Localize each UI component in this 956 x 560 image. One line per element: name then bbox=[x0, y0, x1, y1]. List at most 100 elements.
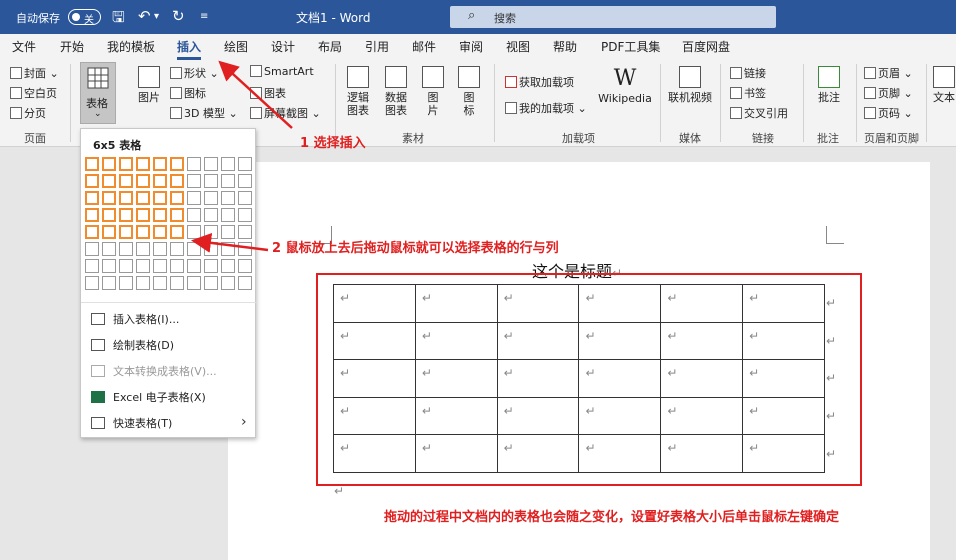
tab-view[interactable]: 视图 bbox=[506, 38, 530, 55]
grid-cell[interactable] bbox=[187, 208, 201, 222]
grid-cell[interactable] bbox=[170, 276, 184, 290]
link-button[interactable]: 链接 bbox=[730, 65, 766, 81]
grid-cell[interactable] bbox=[238, 242, 252, 256]
grid-cell[interactable] bbox=[221, 242, 235, 256]
grid-cell[interactable] bbox=[85, 242, 99, 256]
grid-cell[interactable] bbox=[187, 276, 201, 290]
grid-cell[interactable] bbox=[119, 208, 133, 222]
tab-references[interactable]: 引用 bbox=[365, 38, 389, 55]
tab-home[interactable]: 开始 bbox=[60, 38, 84, 55]
grid-cell[interactable] bbox=[238, 276, 252, 290]
my-addins-button[interactable]: 我的加载项 ⌄ bbox=[505, 100, 587, 116]
grid-cell[interactable] bbox=[153, 225, 167, 239]
page-number-button[interactable]: 页码 ⌄ bbox=[864, 105, 913, 121]
tab-baidu-netdisk[interactable]: 百度网盘 bbox=[682, 38, 730, 55]
grid-cell[interactable] bbox=[136, 208, 150, 222]
grid-cell[interactable] bbox=[119, 157, 133, 171]
grid-cell[interactable] bbox=[170, 191, 184, 205]
grid-cell[interactable] bbox=[238, 191, 252, 205]
3d-model-button[interactable]: 3D 模型 ⌄ bbox=[170, 105, 238, 121]
cross-reference-button[interactable]: 交叉引用 bbox=[730, 105, 788, 121]
grid-cell[interactable] bbox=[102, 208, 116, 222]
grid-cell[interactable] bbox=[85, 225, 99, 239]
grid-cell[interactable] bbox=[204, 276, 218, 290]
grid-cell[interactable] bbox=[204, 225, 218, 239]
grid-cell[interactable] bbox=[119, 242, 133, 256]
grid-cell[interactable] bbox=[85, 208, 99, 222]
blank-page-button[interactable]: 空白页 bbox=[10, 85, 57, 101]
grid-cell[interactable] bbox=[187, 225, 201, 239]
undo-dropdown-icon[interactable]: ▾ bbox=[154, 11, 159, 22]
online-video-button[interactable]: 联机视频 bbox=[667, 66, 713, 104]
grid-cell[interactable] bbox=[170, 208, 184, 222]
grid-cell[interactable] bbox=[153, 191, 167, 205]
grid-cell[interactable] bbox=[119, 225, 133, 239]
screenshot-button[interactable]: 屏幕截图 ⌄ bbox=[250, 105, 321, 121]
grid-cell[interactable] bbox=[221, 276, 235, 290]
data-chart-button[interactable]: 数据图表 bbox=[381, 66, 411, 117]
grid-cell[interactable] bbox=[170, 225, 184, 239]
material-icon-button[interactable]: 图标 bbox=[455, 66, 483, 117]
table-button[interactable]: 表格 ⌄ bbox=[80, 62, 116, 124]
tab-help[interactable]: 帮助 bbox=[553, 38, 577, 55]
page-break-button[interactable]: 分页 bbox=[10, 105, 46, 121]
bookmark-button[interactable]: 书签 bbox=[730, 85, 766, 101]
picture-button[interactable]: 图片 bbox=[134, 66, 164, 104]
grid-cell[interactable] bbox=[119, 259, 133, 273]
tab-draw[interactable]: 绘图 bbox=[224, 38, 248, 55]
grid-cell[interactable] bbox=[153, 208, 167, 222]
icons-button[interactable]: 图标 bbox=[170, 85, 206, 101]
grid-cell[interactable] bbox=[221, 157, 235, 171]
grid-cell[interactable] bbox=[170, 242, 184, 256]
grid-cell[interactable] bbox=[187, 242, 201, 256]
grid-cell[interactable] bbox=[238, 157, 252, 171]
wikipedia-button[interactable]: W Wikipedia bbox=[598, 66, 652, 105]
grid-cell[interactable] bbox=[85, 276, 99, 290]
tab-design[interactable]: 设计 bbox=[271, 38, 295, 55]
grid-cell[interactable] bbox=[204, 191, 218, 205]
grid-cell[interactable] bbox=[136, 157, 150, 171]
grid-cell[interactable] bbox=[238, 259, 252, 273]
tab-templates[interactable]: 我的模板 bbox=[107, 38, 155, 55]
insert-table-menu-item[interactable]: 插入表格(I)... bbox=[91, 311, 179, 327]
excel-spreadsheet-menu-item[interactable]: Excel 电子表格(X) bbox=[91, 389, 206, 405]
grid-cell[interactable] bbox=[136, 242, 150, 256]
logic-diagram-button[interactable]: 逻辑图表 bbox=[343, 66, 373, 117]
tab-file[interactable]: 文件 bbox=[12, 38, 36, 55]
grid-cell[interactable] bbox=[221, 225, 235, 239]
grid-cell[interactable] bbox=[85, 157, 99, 171]
tab-review[interactable]: 审阅 bbox=[459, 38, 483, 55]
chart-button[interactable]: 图表 bbox=[250, 85, 286, 101]
grid-cell[interactable] bbox=[102, 259, 116, 273]
customize-qat-icon[interactable]: ≡ bbox=[200, 11, 208, 22]
grid-cell[interactable] bbox=[170, 157, 184, 171]
smartart-button[interactable]: SmartArt bbox=[250, 65, 314, 78]
search-box[interactable]: ⌕ 搜索 bbox=[450, 6, 776, 28]
grid-cell[interactable] bbox=[153, 259, 167, 273]
grid-cell[interactable] bbox=[119, 191, 133, 205]
grid-cell[interactable] bbox=[102, 191, 116, 205]
draw-table-menu-item[interactable]: 绘制表格(D) bbox=[91, 337, 174, 353]
tab-insert[interactable]: 插入 bbox=[177, 38, 202, 60]
cover-page-button[interactable]: 封面 ⌄ bbox=[10, 65, 59, 81]
header-button[interactable]: 页眉 ⌄ bbox=[864, 65, 913, 81]
redo-icon[interactable]: ↻ bbox=[172, 7, 185, 25]
grid-cell[interactable] bbox=[238, 174, 252, 188]
tab-pdf-tools[interactable]: PDF工具集 bbox=[601, 38, 660, 55]
save-icon[interactable]: 🖫 bbox=[112, 7, 125, 32]
material-picture-button[interactable]: 图片 bbox=[419, 66, 447, 117]
grid-cell[interactable] bbox=[204, 174, 218, 188]
grid-cell[interactable] bbox=[102, 157, 116, 171]
grid-cell[interactable] bbox=[85, 174, 99, 188]
grid-cell[interactable] bbox=[204, 208, 218, 222]
grid-cell[interactable] bbox=[238, 208, 252, 222]
comment-button[interactable]: 批注 bbox=[812, 66, 846, 104]
grid-cell[interactable] bbox=[153, 276, 167, 290]
grid-cell[interactable] bbox=[119, 174, 133, 188]
grid-cell[interactable] bbox=[187, 157, 201, 171]
grid-cell[interactable] bbox=[204, 259, 218, 273]
autosave-toggle[interactable]: 关 bbox=[68, 9, 101, 26]
grid-cell[interactable] bbox=[221, 191, 235, 205]
grid-cell[interactable] bbox=[102, 174, 116, 188]
grid-cell[interactable] bbox=[119, 276, 133, 290]
